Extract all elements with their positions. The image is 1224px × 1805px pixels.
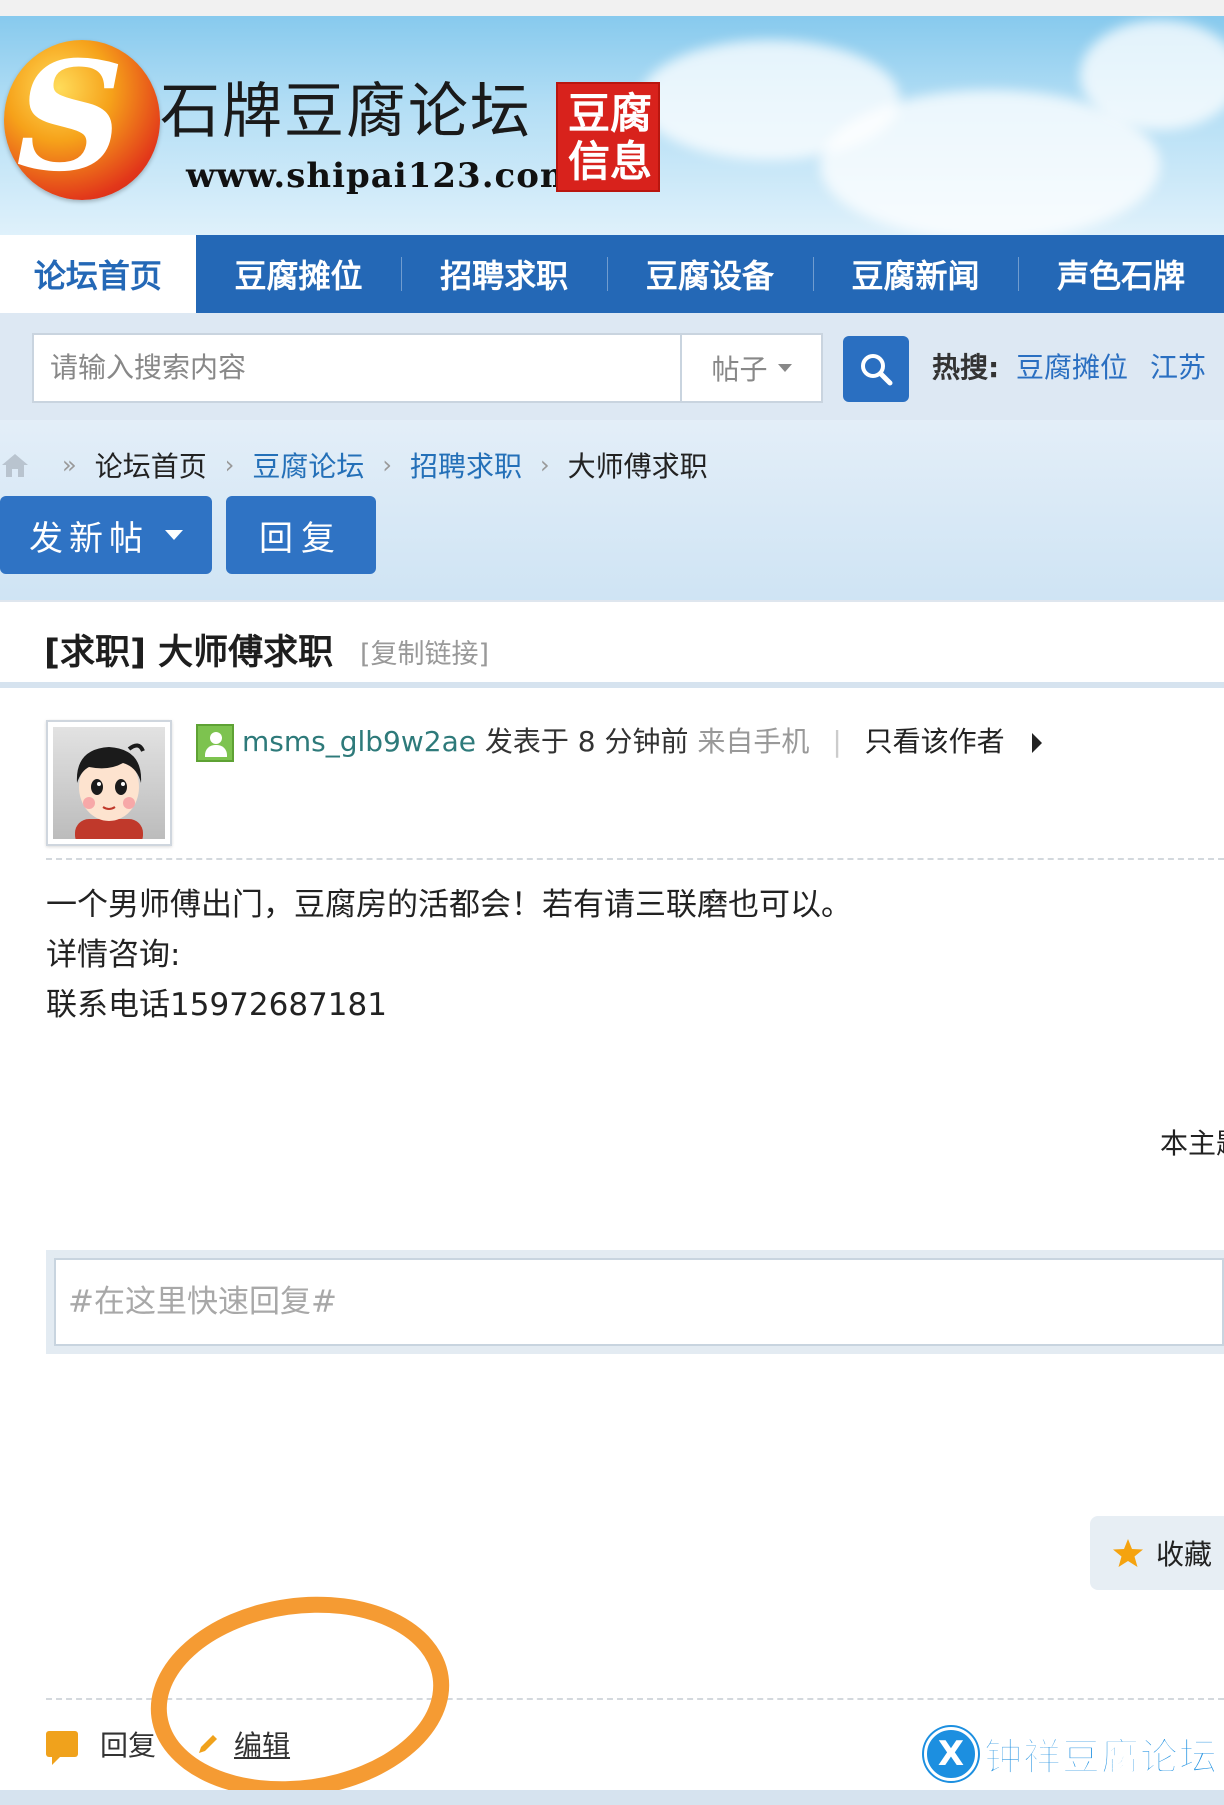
topic-note: 本主题 — [1160, 1127, 1224, 1160]
comment-icon — [46, 1731, 78, 1765]
bottom-border — [0, 1790, 1224, 1805]
thread-title: [求职] 大师傅求职 — [44, 633, 334, 673]
post-body-line: 一个男师傅出门，豆腐房的活都会！若有请三联磨也可以。 — [46, 887, 852, 923]
nav-item-shengse-shipai[interactable]: 声色石牌 — [1018, 235, 1224, 313]
post-author-line: msms_glb9w2ae 发表于 8 分钟前 来自手机 | 只看该作者 — [242, 722, 1042, 762]
reply-action[interactable]: 回复 — [46, 1724, 157, 1765]
favorite-button[interactable]: 收藏 — [1090, 1516, 1224, 1590]
site-name[interactable]: 石牌豆腐论坛 — [160, 72, 532, 152]
nav-item-tofu-news[interactable]: 豆腐新闻 — [812, 235, 1019, 313]
home-icon[interactable] — [0, 450, 30, 480]
breadcrumb-separator: » — [62, 451, 77, 479]
watermark-logo-icon: X — [924, 1726, 978, 1781]
breadcrumb-forum-home[interactable]: 论坛首页 — [95, 445, 207, 485]
nav-item-tofu-equipment[interactable]: 豆腐设备 — [607, 235, 813, 313]
triangle-right-icon — [1031, 733, 1042, 753]
hot-search-link[interactable]: 江苏 — [1150, 346, 1206, 386]
quick-reply-input[interactable]: #在这里快速回复# — [54, 1258, 1224, 1346]
star-icon — [1113, 1539, 1143, 1567]
hot-search-label: 热搜: — [932, 351, 1000, 384]
post-body: 一个男师傅出门，豆腐房的活都会！若有请三联磨也可以。 详情咨询: 联系电话159… — [46, 880, 852, 1030]
watermark: X 钟祥豆腐论坛 — [924, 1726, 1218, 1781]
divider — [46, 858, 1224, 860]
nav-item-jobs[interactable]: 招聘求职 — [401, 235, 607, 313]
breadcrumb-separator: › — [539, 451, 550, 479]
caret-down-icon — [777, 364, 792, 372]
search-input[interactable]: 请输入搜索内容 — [32, 333, 680, 403]
caret-down-icon — [165, 530, 183, 540]
user-online-icon — [196, 724, 234, 762]
watermark-text: 钟祥豆腐论坛 — [983, 1734, 1219, 1780]
hot-search-link[interactable]: 豆腐摊位 — [1016, 346, 1128, 386]
search-type-select[interactable]: 帖子 — [680, 333, 823, 403]
site-header-banner: S 石牌豆腐论坛 www.shipai123.com 豆腐信息 — [0, 0, 1224, 235]
post-body-line: 联系电话15972687181 — [46, 987, 387, 1023]
breadcrumb-jobs[interactable]: 招聘求职 — [410, 445, 522, 485]
breadcrumb-tofu-forum[interactable]: 豆腐论坛 — [252, 445, 364, 485]
site-url: www.shipai123.com — [186, 156, 577, 196]
search-bar: 请输入搜索内容 帖子 热搜: 豆腐摊位 江苏 — [0, 313, 1224, 420]
post-time: 发表于 8 分钟前 — [484, 725, 689, 758]
site-logo-icon[interactable]: S — [4, 40, 160, 200]
quick-reply-box: #在这里快速回复# — [46, 1250, 1224, 1354]
copy-link[interactable]: [复制链接] — [360, 632, 489, 671]
search-button[interactable] — [843, 336, 909, 402]
nav-item-forum-home[interactable]: 论坛首页 — [0, 235, 196, 313]
author-name[interactable]: msms_glb9w2ae — [242, 725, 476, 758]
breadcrumb-separator: › — [382, 451, 392, 479]
post-body-line: 详情咨询: — [46, 937, 181, 973]
reply-button[interactable]: 回复 — [226, 496, 376, 574]
nav-item-tofu-stalls[interactable]: 豆腐摊位 — [196, 235, 402, 313]
avatar[interactable] — [46, 720, 172, 846]
breadcrumb: » 论坛首页 › 豆腐论坛 › 招聘求职 › 大师傅求职 — [0, 440, 708, 490]
main-nav: 论坛首页 豆腐摊位 招聘求职 豆腐设备 豆腐新闻 声色石牌 — [0, 235, 1224, 313]
search-icon — [861, 354, 893, 386]
browser-top-strip — [0, 0, 1224, 16]
breadcrumb-area: » 论坛首页 › 豆腐论坛 › 招聘求职 › 大师傅求职 发新帖 回复 — [0, 420, 1224, 600]
new-post-button[interactable]: 发新帖 — [0, 496, 212, 574]
thread-title-row: [求职] 大师傅求职 [复制链接] — [0, 600, 1224, 688]
new-post-label: 发新帖 — [29, 518, 149, 559]
breadcrumb-current: 大师傅求职 — [567, 450, 708, 483]
avatar-image — [75, 743, 145, 839]
divider: | — [832, 725, 842, 758]
favorite-label: 收藏 — [1156, 1538, 1213, 1571]
search-type-label: 帖子 — [711, 353, 768, 386]
only-author-link[interactable]: 只看该作者 — [865, 725, 1005, 758]
breadcrumb-separator: › — [224, 451, 235, 479]
post-source: 来自手机 — [697, 725, 810, 758]
seal-stamp: 豆腐信息 — [556, 82, 660, 192]
reply-action-label: 回复 — [100, 1729, 157, 1762]
